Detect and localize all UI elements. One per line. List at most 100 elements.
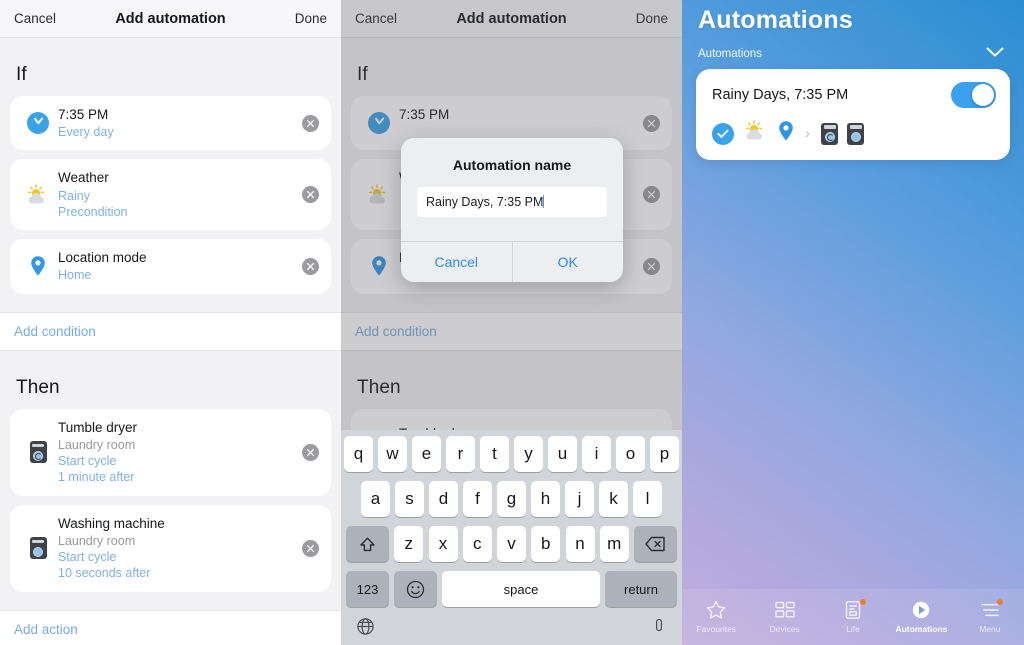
automation-name-input[interactable]: Rainy Days, 7:35 PM — [417, 187, 607, 217]
group-label: Automations — [698, 48, 762, 60]
key-e[interactable]: e — [412, 436, 441, 472]
tab-favourites[interactable]: Favourites — [682, 600, 750, 634]
washing-machine-icon — [847, 122, 864, 145]
key-j[interactable]: j — [565, 481, 594, 517]
action-title: Tumble dryer — [58, 419, 138, 435]
tab-automations[interactable]: Automations — [887, 600, 955, 634]
notification-badge — [996, 599, 1003, 605]
trigger-action-separator: › — [805, 125, 810, 142]
action-command: Start cycle — [58, 550, 117, 565]
tumble-dryer-icon — [821, 122, 838, 145]
remove-action-button[interactable] — [302, 443, 319, 461]
key-i[interactable]: i — [582, 436, 611, 472]
weather-icon — [18, 184, 58, 206]
numbers-key[interactable]: 123 — [346, 571, 389, 607]
key-o[interactable]: o — [616, 436, 645, 472]
toggle-knob — [972, 84, 994, 106]
condition-detail: Home — [58, 268, 92, 283]
add-action-button[interactable]: Add action — [0, 609, 341, 645]
action-row-washing-machine[interactable]: Washing machine Laundry room Start cycle… — [10, 504, 331, 592]
remove-condition-button[interactable] — [302, 114, 319, 132]
key-c[interactable]: c — [462, 526, 492, 562]
condition-detail: Rainy — [58, 188, 90, 203]
page-title: Automations — [698, 6, 853, 34]
tab-label: Devices — [769, 624, 800, 634]
grid-icon — [774, 600, 796, 620]
tab-menu[interactable]: Menu — [956, 599, 1024, 634]
key-q[interactable]: q — [344, 436, 373, 472]
condition-detail: Every day — [58, 125, 114, 140]
key-s[interactable]: s — [395, 481, 424, 517]
space-key[interactable]: space — [442, 571, 600, 607]
play-circle-icon — [910, 600, 932, 620]
key-v[interactable]: v — [497, 526, 526, 562]
text-caret — [543, 195, 545, 208]
automations-group-header[interactable]: Automations — [682, 35, 1024, 69]
backspace-icon[interactable] — [634, 526, 677, 562]
hamburger-menu-icon — [979, 599, 1003, 620]
panel-add-automation: Cancel Add automation Done If 7:35 PM Ev… — [0, 0, 341, 645]
key-l[interactable]: l — [633, 481, 662, 517]
clock-icon — [18, 112, 58, 135]
on-screen-keyboard: q w e r t y u i o p a s d f g h j k l z … — [341, 430, 682, 645]
key-p[interactable]: p — [650, 436, 679, 472]
return-key[interactable]: return — [605, 571, 677, 607]
remove-condition-button[interactable] — [302, 186, 319, 204]
key-n[interactable]: n — [565, 526, 595, 562]
key-w[interactable]: w — [378, 436, 407, 472]
key-h[interactable]: h — [531, 481, 560, 517]
navigation-bar: Cancel Add automation Done — [0, 0, 341, 38]
check-circle-icon — [712, 122, 734, 145]
key-y[interactable]: y — [514, 436, 543, 472]
panel-automation-name-dialog: Cancel Add automation Done If 7:35 PM Ad… — [341, 0, 682, 645]
automation-card[interactable]: Rainy Days, 7:35 PM › — [696, 69, 1010, 160]
weather-icon — [743, 120, 769, 147]
emoji-icon[interactable] — [394, 571, 437, 607]
action-row-tumble-dryer[interactable]: Tumble dryer Laundry room Start cycle 1 … — [10, 408, 331, 496]
keyboard-row-3: z x c v b n m — [343, 526, 680, 562]
chevron-down-icon[interactable] — [986, 45, 1004, 63]
key-b[interactable]: b — [531, 526, 561, 562]
dialog-ok-button[interactable]: OK — [511, 242, 624, 282]
key-k[interactable]: k — [599, 481, 628, 517]
star-icon — [705, 600, 727, 620]
page-title: Add automation — [115, 10, 226, 27]
key-r[interactable]: r — [446, 436, 475, 472]
three-panel-screenshot: Cancel Add automation Done If 7:35 PM Ev… — [0, 0, 1024, 645]
tab-label: Favourites — [696, 624, 737, 634]
bottom-tab-bar: Favourites Devices Life Automations Menu — [682, 589, 1024, 645]
add-condition-button[interactable]: Add condition — [0, 311, 341, 351]
key-x[interactable]: x — [428, 526, 458, 562]
remove-action-button[interactable] — [302, 539, 319, 557]
tab-life[interactable]: Life — [819, 599, 887, 634]
remove-condition-button[interactable] — [302, 257, 319, 275]
input-value: Rainy Days, 7:35 PM — [426, 195, 544, 209]
key-m[interactable]: m — [599, 526, 629, 562]
key-g[interactable]: g — [497, 481, 526, 517]
keyboard-hide-handle[interactable] — [652, 618, 666, 640]
key-z[interactable]: z — [394, 526, 424, 562]
condition-row-location[interactable]: Location mode Home — [10, 239, 331, 294]
key-d[interactable]: d — [429, 481, 458, 517]
globe-icon[interactable] — [357, 618, 374, 640]
automation-name-dialog: Automation name Rainy Days, 7:35 PM Canc… — [401, 138, 623, 282]
key-a[interactable]: a — [361, 481, 390, 517]
condition-title: Location mode — [58, 250, 147, 266]
shift-icon[interactable] — [346, 526, 389, 562]
panel-automations-home: Automations Automations Rainy Days, 7:35… — [682, 0, 1024, 645]
condition-title: 7:35 PM — [58, 107, 109, 122]
key-f[interactable]: f — [463, 481, 492, 517]
key-u[interactable]: u — [548, 436, 577, 472]
tumble-dryer-icon — [18, 441, 58, 464]
action-delay: 1 minute after — [58, 470, 135, 485]
automation-enable-toggle[interactable] — [951, 82, 996, 108]
condition-row-weather[interactable]: Weather Rainy Precondition — [10, 159, 331, 231]
tab-devices[interactable]: Devices — [750, 600, 818, 634]
dialog-cancel-button[interactable]: Cancel — [401, 242, 512, 282]
life-document-icon — [842, 599, 867, 620]
condition-row-time[interactable]: 7:35 PM Every day — [10, 96, 331, 151]
tab-label: Automations — [895, 624, 948, 634]
then-section-heading: Then — [16, 376, 60, 398]
tab-label: Menu — [979, 624, 1001, 634]
key-t[interactable]: t — [480, 436, 509, 472]
